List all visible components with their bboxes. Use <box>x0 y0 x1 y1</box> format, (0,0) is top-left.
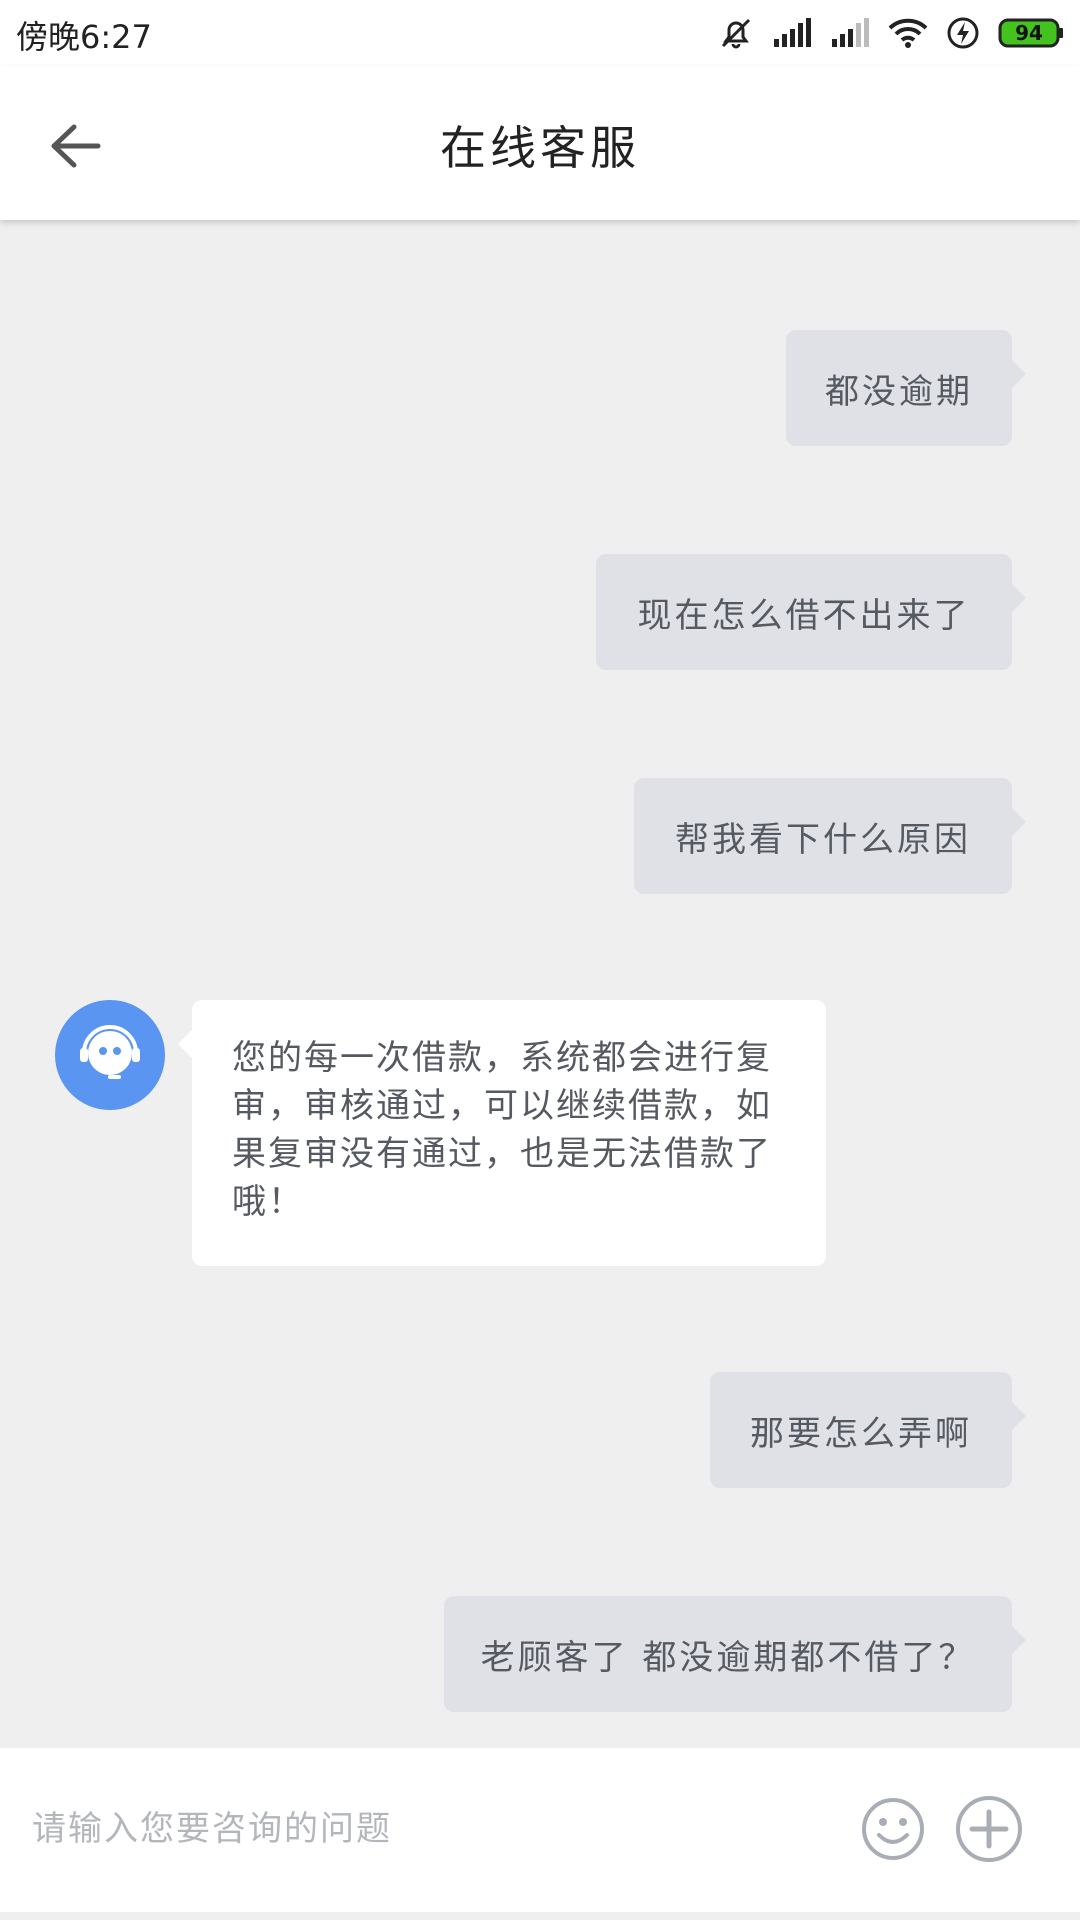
message-outgoing: 现在怎么借不出来了 <box>596 554 1026 670</box>
header: 在线客服 <box>0 66 1080 220</box>
emoji-button[interactable] <box>860 1796 926 1862</box>
headset-icon <box>80 1025 140 1079</box>
signal-icon-1 <box>772 17 812 49</box>
mute-icon <box>718 15 754 51</box>
input-bar <box>0 1748 1080 1912</box>
charging-icon <box>946 16 980 50</box>
more-button[interactable] <box>954 1794 1024 1864</box>
message-incoming: 您的每一次借款，系统都会进行复审，审核通过，可以继续借款，如果复审没有通过，也是… <box>178 1000 826 1266</box>
wifi-icon <box>888 17 928 49</box>
page-title: 在线客服 <box>440 121 640 175</box>
message-input[interactable] <box>30 1788 834 1870</box>
agent-avatar <box>55 1000 165 1110</box>
status-icons: 94 <box>718 12 1064 54</box>
battery-level: 94 <box>1015 21 1043 45</box>
chat-area[interactable]: 都没逾期 现在怎么借不出来了 帮我看下什么原因 您的每一次借款，系统都会进行复审… <box>0 220 1080 1748</box>
message-outgoing: 帮我看下什么原因 <box>634 778 1026 894</box>
message-outgoing: 都没逾期 <box>786 330 1026 446</box>
status-time: 傍晚6:27 <box>16 18 152 56</box>
signal-icon-2 <box>830 17 870 49</box>
status-bar: 傍晚6:27 94 <box>0 0 1080 66</box>
smiley-icon <box>862 1798 924 1860</box>
bottom-strip <box>0 1912 1080 1920</box>
plus-icon <box>956 1796 1022 1862</box>
message-outgoing: 那要怎么弄啊 <box>710 1372 1026 1488</box>
battery-icon: 94 <box>998 18 1064 48</box>
message-outgoing: 老顾客了 都没逾期都不借了？ <box>444 1596 1026 1712</box>
